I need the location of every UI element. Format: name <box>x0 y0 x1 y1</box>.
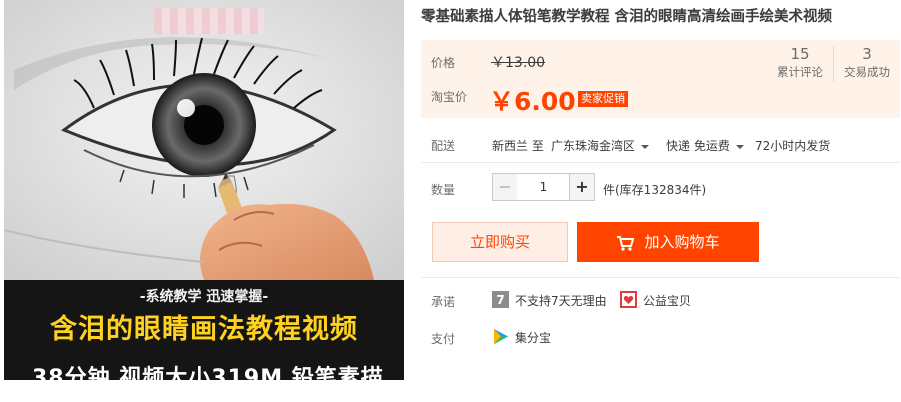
divider <box>421 277 900 278</box>
add-to-cart-label: 加入购物车 <box>644 233 720 251</box>
stat-divider <box>833 46 834 82</box>
charity-heart-icon <box>620 291 637 308</box>
jifenbao-icon <box>494 329 508 344</box>
stock-info: 件(库存132834件) <box>603 183 707 197</box>
eye-drawing-image <box>4 0 404 280</box>
ship-method-select[interactable]: 快递 免运费 <box>666 137 744 154</box>
promo-price: ￥6.00 <box>489 87 576 116</box>
quantity-input[interactable]: 1 <box>517 173 570 201</box>
shipping-label: 配送 <box>431 139 456 153</box>
product-main-image[interactable]: -系统教学 迅速掌握- 含泪的眼睛画法教程视频 38分钟 视频大小319M 铅笔… <box>4 0 404 380</box>
chevron-down-icon <box>735 144 744 149</box>
chevron-down-icon <box>641 144 650 149</box>
divider <box>421 162 900 163</box>
cart-icon <box>617 235 635 251</box>
original-price: ￥13.00 <box>491 55 546 71</box>
promise-label: 承诺 <box>431 295 456 309</box>
payment-method-text: 集分宝 <box>515 331 552 345</box>
seven-day-icon: 7 <box>492 291 509 308</box>
buy-now-button[interactable]: 立即购买 <box>432 222 568 262</box>
quantity-increase-button[interactable]: + <box>569 173 595 201</box>
dispatch-time: 72小时内发货 <box>755 139 831 153</box>
banner-footer-text: 38分钟 视频大小319M 铅笔素描 <box>32 366 384 380</box>
add-to-cart-button[interactable]: 加入购物车 <box>577 222 759 262</box>
image-banner: -系统教学 迅速掌握- 含泪的眼睛画法教程视频 38分钟 视频大小319M 铅笔… <box>4 280 404 380</box>
payment-label: 支付 <box>431 332 456 346</box>
banner-title: 含泪的眼睛画法教程视频 <box>50 314 358 345</box>
sales-label: 交易成功 <box>844 65 890 79</box>
price-box: 价格 ￥13.00 淘宝价 ￥6.00 卖家促销 15 累计评论 3 交易成功 <box>421 40 900 118</box>
ship-method-value: 快递 免运费 <box>666 139 730 153</box>
ship-to-value: 广东珠海金湾区 <box>551 139 636 153</box>
quantity-decrease-button[interactable]: − <box>492 173 518 201</box>
promise-item1-text: 不支持7天无理由 <box>515 294 607 308</box>
blurred-watermark <box>154 8 264 34</box>
product-title: 零基础素描人体铅笔教学教程 含泪的眼睛高清绘画手绘美术视频 <box>421 9 833 25</box>
promo-badge: 卖家促销 <box>578 91 628 107</box>
ship-to-select[interactable]: 广东珠海金湾区 <box>551 137 650 154</box>
reviews-stat[interactable]: 15 累计评论 <box>769 44 831 80</box>
reviews-count: 15 <box>790 45 810 63</box>
sales-count: 3 <box>862 45 872 63</box>
price-label: 价格 <box>431 56 456 70</box>
ship-from: 新西兰 至 <box>492 139 544 153</box>
svg-text:7: 7 <box>496 293 504 307</box>
promise-item2-text: 公益宝贝 <box>643 294 692 308</box>
banner-subtitle: -系统教学 迅速掌握- <box>139 289 269 305</box>
sales-stat: 3 交易成功 <box>836 44 898 80</box>
quantity-label: 数量 <box>431 183 456 197</box>
taobao-price-label: 淘宝价 <box>431 90 468 104</box>
reviews-label: 累计评论 <box>777 65 823 79</box>
